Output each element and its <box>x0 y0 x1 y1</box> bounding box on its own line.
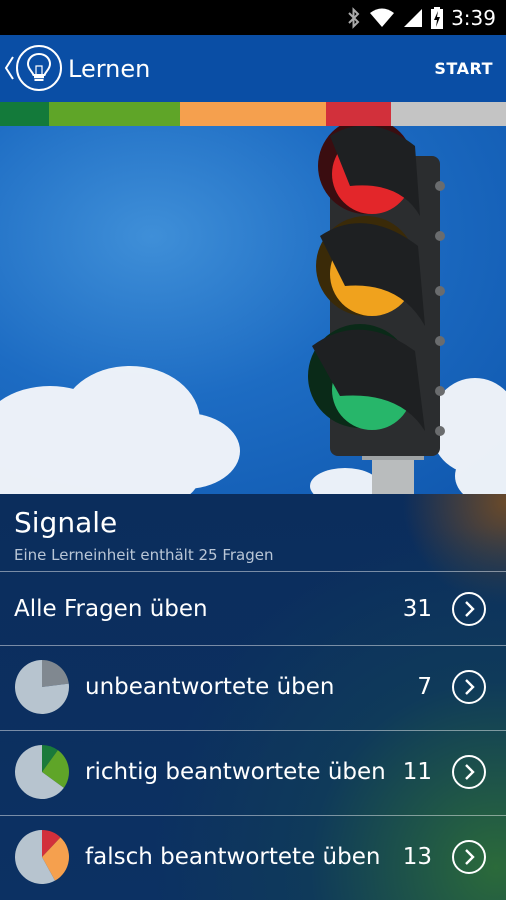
section-title: Signale <box>14 506 118 539</box>
practice-correct-label: richtig beantwortete üben <box>85 759 386 785</box>
practice-all-row[interactable]: Alle Fragen üben 31 <box>0 572 506 645</box>
practice-correct-count: 11 <box>402 759 432 785</box>
practice-correct-row[interactable]: richtig beantwortete üben 11 <box>0 731 506 815</box>
section-subtitle: Eine Lerneinheit enthält 25 Fragen <box>14 546 274 564</box>
bluetooth-icon <box>347 6 361 29</box>
lightbulb-icon[interactable] <box>16 45 62 91</box>
pie-slice <box>42 660 69 687</box>
correct-pie-icon <box>14 745 69 799</box>
progress-strip-segment <box>180 102 327 126</box>
traffic-light-image <box>0 126 506 494</box>
progress-strip-segment <box>49 102 181 126</box>
practice-all-count: 31 <box>402 596 432 622</box>
chevron-right-icon[interactable] <box>452 840 486 874</box>
screen-title: Lernen <box>68 55 151 83</box>
back-chevron-icon[interactable] <box>2 53 16 83</box>
practice-all-label: Alle Fragen üben <box>14 596 208 622</box>
clock: 3:39 <box>451 5 496 30</box>
practice-unanswered-row[interactable]: unbeantwortete üben 7 <box>0 646 506 730</box>
progress-strip-segment <box>391 102 506 126</box>
chevron-right-icon[interactable] <box>452 755 486 789</box>
start-button[interactable]: START <box>434 59 493 78</box>
learning-panel: Signale Eine Lerneinheit enthält 25 Frag… <box>0 494 506 900</box>
progress-strip-segment <box>326 102 392 126</box>
cell-signal-icon <box>403 8 423 28</box>
progress-strip-segment <box>0 102 50 126</box>
status-bar: 3:39 <box>0 0 506 35</box>
chevron-right-icon[interactable] <box>452 592 486 626</box>
progress-strip <box>0 102 506 126</box>
practice-unanswered-count: 7 <box>417 674 432 700</box>
chevron-right-icon[interactable] <box>452 670 486 704</box>
battery-charging-icon <box>431 6 444 29</box>
unanswered-pie-icon <box>14 660 69 714</box>
practice-wrong-row[interactable]: falsch beantwortete üben 13 <box>0 816 506 900</box>
practice-unanswered-label: unbeantwortete üben <box>85 674 335 700</box>
wifi-icon <box>369 8 395 28</box>
hero-image <box>0 126 506 494</box>
wrong-pie-icon <box>15 830 69 884</box>
action-bar: Lernen START <box>0 35 506 102</box>
practice-wrong-label: falsch beantwortete üben <box>85 844 381 870</box>
practice-wrong-count: 13 <box>402 844 432 870</box>
